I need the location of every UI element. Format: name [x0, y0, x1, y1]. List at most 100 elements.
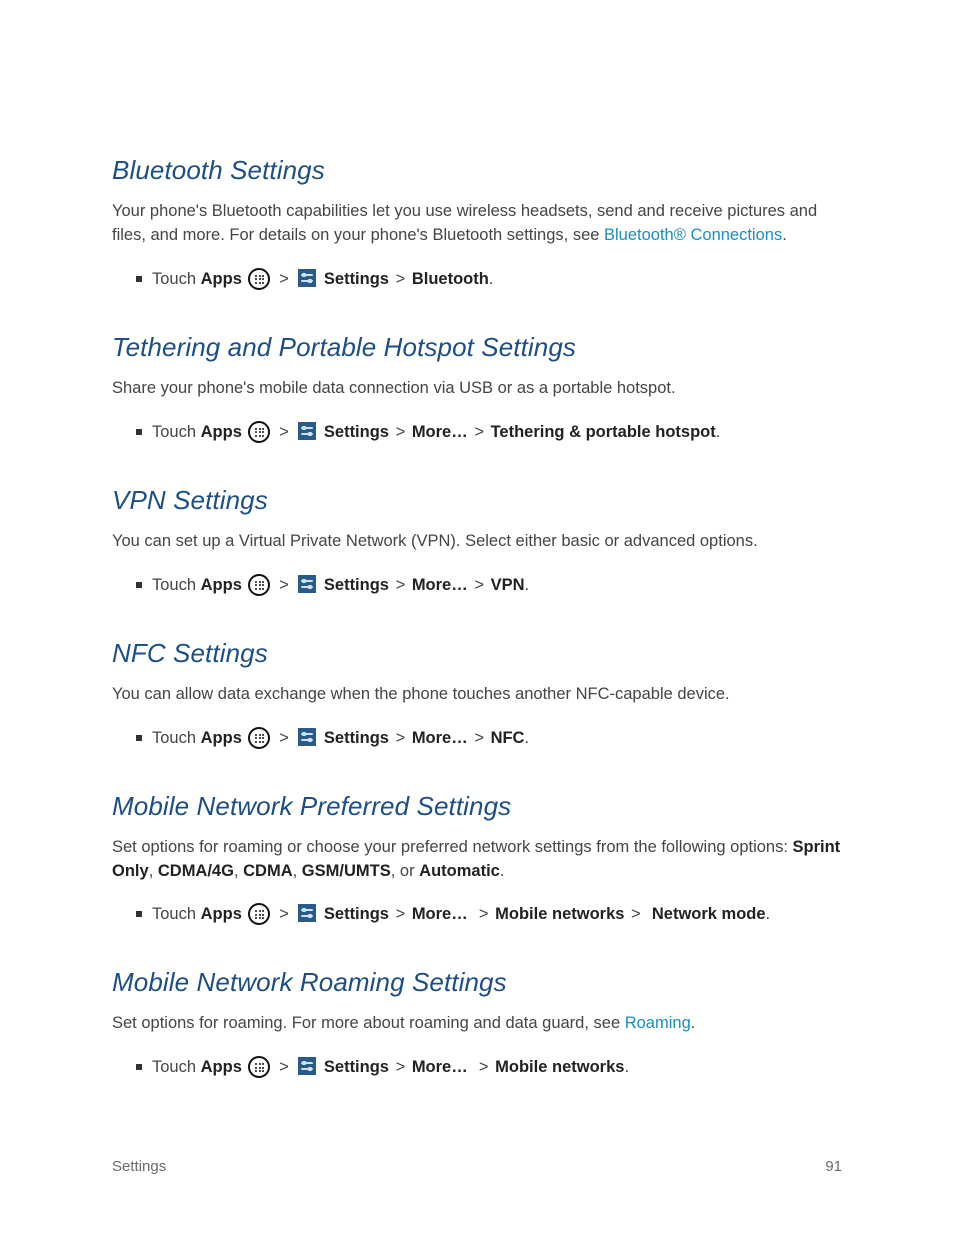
- touch-label: Touch: [152, 576, 196, 594]
- separator: >: [277, 576, 291, 594]
- settings-label: Settings: [324, 423, 389, 441]
- separator: >: [472, 1058, 490, 1076]
- apps-label: Apps: [201, 270, 242, 288]
- para-mobile-roaming: Set options for roaming. For more about …: [112, 1012, 842, 1036]
- settings-sliders-icon: [298, 575, 316, 593]
- settings-sliders-icon: [298, 1057, 316, 1075]
- separator: >: [277, 729, 291, 747]
- opt-automatic: Automatic: [419, 862, 500, 880]
- link-bluetooth-connections[interactable]: Bluetooth® Connections: [604, 226, 782, 244]
- nav-tail: NFC: [491, 729, 525, 747]
- list-item: Touch Apps > Settings > More… > Mobile n…: [136, 901, 842, 927]
- nav-steps-mobile-preferred: Touch Apps > Settings > More… > Mobile n…: [112, 901, 842, 927]
- settings-label: Settings: [324, 270, 389, 288]
- heading-vpn: VPN Settings: [112, 485, 842, 516]
- page-footer: Settings 91: [112, 1158, 842, 1175]
- apps-grid-icon: [248, 574, 270, 596]
- settings-label: Settings: [324, 576, 389, 594]
- footer-page-number: 91: [825, 1158, 842, 1175]
- separator: >: [394, 423, 408, 441]
- nav-tail: Mobile networks: [495, 1058, 624, 1076]
- period: .: [766, 905, 771, 923]
- comma: ,: [149, 862, 158, 880]
- opt-gsmumts: GSM/UMTS: [302, 862, 391, 880]
- period: .: [624, 1058, 629, 1076]
- comma: ,: [234, 862, 243, 880]
- para-tethering: Share your phone's mobile data connectio…: [112, 377, 842, 401]
- para-mobile-preferred: Set options for roaming or choose your p…: [112, 836, 842, 884]
- text: .: [782, 226, 787, 244]
- separator: >: [472, 729, 486, 747]
- separator: >: [394, 905, 408, 923]
- apps-grid-icon: [248, 268, 270, 290]
- section-bluetooth: Bluetooth Settings Your phone's Bluetoot…: [112, 155, 842, 292]
- period: .: [524, 729, 529, 747]
- separator: >: [472, 905, 490, 923]
- period: .: [489, 270, 494, 288]
- separator: >: [394, 576, 408, 594]
- separator: >: [394, 1058, 408, 1076]
- text: .: [691, 1014, 696, 1032]
- heading-mobile-preferred: Mobile Network Preferred Settings: [112, 791, 842, 822]
- apps-grid-icon: [248, 421, 270, 443]
- more-label: More…: [412, 576, 468, 594]
- section-vpn: VPN Settings You can set up a Virtual Pr…: [112, 485, 842, 598]
- list-item: Touch Apps > Settings > More… > VPN.: [136, 572, 842, 598]
- section-mobile-preferred: Mobile Network Preferred Settings Set op…: [112, 791, 842, 928]
- opt-cdma4g: CDMA/4G: [158, 862, 234, 880]
- touch-label: Touch: [152, 1058, 196, 1076]
- list-item: Touch Apps > Settings > Bluetooth.: [136, 266, 842, 292]
- settings-sliders-icon: [298, 904, 316, 922]
- apps-label: Apps: [201, 905, 242, 923]
- para-bluetooth: Your phone's Bluetooth capabilities let …: [112, 200, 842, 248]
- document-page: Bluetooth Settings Your phone's Bluetoot…: [0, 0, 954, 1235]
- settings-sliders-icon: [298, 728, 316, 746]
- touch-label: Touch: [152, 423, 196, 441]
- list-item: Touch Apps > Settings > More… > Tetherin…: [136, 419, 842, 445]
- apps-grid-icon: [248, 1056, 270, 1078]
- comma: ,: [293, 862, 302, 880]
- apps-grid-icon: [248, 727, 270, 749]
- link-roaming[interactable]: Roaming: [625, 1014, 691, 1032]
- apps-label: Apps: [201, 576, 242, 594]
- nav-tail: VPN: [491, 576, 525, 594]
- period: .: [525, 576, 530, 594]
- nav-tail: Network mode: [652, 905, 766, 923]
- section-mobile-roaming: Mobile Network Roaming Settings Set opti…: [112, 967, 842, 1080]
- separator: >: [277, 1058, 291, 1076]
- separator: >: [394, 729, 408, 747]
- touch-label: Touch: [152, 270, 196, 288]
- settings-sliders-icon: [298, 422, 316, 440]
- separator: >: [277, 423, 291, 441]
- separator: >: [277, 905, 291, 923]
- section-tethering: Tethering and Portable Hotspot Settings …: [112, 332, 842, 445]
- nav-steps-nfc: Touch Apps > Settings > More… > NFC.: [112, 725, 842, 751]
- apps-grid-icon: [248, 903, 270, 925]
- settings-label: Settings: [324, 905, 389, 923]
- nav-steps-vpn: Touch Apps > Settings > More… > VPN.: [112, 572, 842, 598]
- apps-label: Apps: [201, 423, 242, 441]
- more-label: More…: [412, 423, 468, 441]
- separator: >: [629, 905, 647, 923]
- or: , or: [391, 862, 419, 880]
- para-nfc: You can allow data exchange when the pho…: [112, 683, 842, 707]
- separator: >: [472, 576, 486, 594]
- settings-label: Settings: [324, 729, 389, 747]
- nav-tail: Tethering & portable hotspot: [491, 423, 716, 441]
- text: Set options for roaming. For more about …: [112, 1014, 625, 1032]
- settings-label: Settings: [324, 1058, 389, 1076]
- separator: >: [277, 270, 291, 288]
- text: Set options for roaming or choose your p…: [112, 838, 793, 856]
- touch-label: Touch: [152, 729, 196, 747]
- list-item: Touch Apps > Settings > More… > NFC.: [136, 725, 842, 751]
- section-nfc: NFC Settings You can allow data exchange…: [112, 638, 842, 751]
- period: .: [716, 423, 721, 441]
- more-label: More…: [412, 905, 468, 923]
- heading-nfc: NFC Settings: [112, 638, 842, 669]
- apps-label: Apps: [201, 1058, 242, 1076]
- nav-steps-tethering: Touch Apps > Settings > More… > Tetherin…: [112, 419, 842, 445]
- more-label: More…: [412, 1058, 468, 1076]
- heading-mobile-roaming: Mobile Network Roaming Settings: [112, 967, 842, 998]
- nav-steps-mobile-roaming: Touch Apps > Settings > More… > Mobile n…: [112, 1054, 842, 1080]
- footer-section-name: Settings: [112, 1158, 166, 1175]
